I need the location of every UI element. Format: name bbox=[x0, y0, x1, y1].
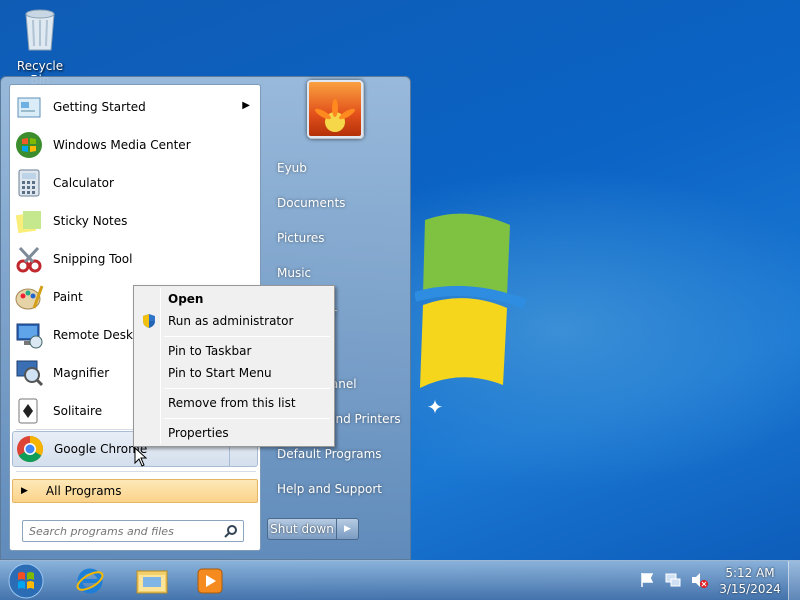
user-account-picture[interactable] bbox=[307, 80, 363, 138]
submenu-arrow-icon: ▶ bbox=[242, 100, 250, 111]
recycle-bin-icon bbox=[25, 9, 55, 51]
calculator-icon bbox=[12, 166, 46, 200]
program-snipping-tool[interactable]: Snipping Tool bbox=[12, 241, 258, 277]
program-sticky-notes[interactable]: Sticky Notes bbox=[12, 203, 258, 239]
menu-item-properties[interactable]: Properties bbox=[136, 422, 332, 444]
right-item-help-support[interactable]: Help and Support bbox=[269, 474, 405, 504]
shutdown-button[interactable]: Shut down bbox=[267, 518, 337, 540]
getting-started-icon bbox=[12, 90, 46, 124]
windows-logo-wallpaper bbox=[415, 213, 527, 388]
start-orb-icon[interactable] bbox=[6, 562, 46, 600]
clock-time: 5:12 AM bbox=[725, 566, 775, 580]
menu-item-remove-list[interactable]: Remove from this list bbox=[136, 392, 332, 414]
menu-item-open[interactable]: Open bbox=[136, 288, 332, 310]
clock-date: 3/15/2024 bbox=[719, 582, 781, 596]
remote-desktop-icon bbox=[12, 318, 46, 352]
media-center-icon bbox=[12, 128, 46, 162]
menu-item-run-as-admin[interactable]: Run as administrator bbox=[136, 310, 332, 332]
magnifier-icon bbox=[12, 356, 46, 390]
taskbar-internet-explorer[interactable] bbox=[62, 563, 118, 599]
search-input[interactable] bbox=[23, 521, 213, 541]
show-desktop-button[interactable] bbox=[788, 561, 800, 600]
network-icon[interactable] bbox=[664, 571, 682, 589]
chrome-icon bbox=[13, 432, 47, 466]
shutdown-group: Shut down ▶ bbox=[267, 518, 361, 540]
solitaire-icon bbox=[12, 394, 46, 428]
menu-separator bbox=[164, 388, 330, 389]
media-player-icon bbox=[197, 568, 223, 594]
snipping-tool-icon bbox=[12, 242, 46, 276]
all-programs-button[interactable]: ▶ All Programs bbox=[12, 479, 258, 503]
menu-item-pin-taskbar[interactable]: Pin to Taskbar bbox=[136, 340, 332, 362]
desktop-icon-recycle-bin[interactable]: Recycle Bin bbox=[6, 4, 74, 87]
internet-explorer-icon bbox=[76, 568, 104, 594]
program-windows-media-center[interactable]: Windows Media Center bbox=[12, 127, 258, 163]
sticky-notes-icon bbox=[12, 204, 46, 238]
right-item-documents[interactable]: Documents bbox=[269, 188, 405, 218]
menu-separator bbox=[164, 418, 330, 419]
sparkle-icon: ✦ bbox=[426, 395, 444, 419]
all-programs-arrow-icon: ▶ bbox=[21, 486, 28, 496]
program-calculator[interactable]: Calculator bbox=[12, 165, 258, 201]
action-center-flag-icon[interactable] bbox=[638, 571, 656, 589]
program-getting-started[interactable]: Getting Started ▶ bbox=[12, 89, 258, 125]
search-box[interactable] bbox=[22, 520, 244, 542]
volume-muted-icon[interactable] bbox=[690, 571, 708, 589]
system-tray bbox=[638, 571, 708, 591]
right-item-music[interactable]: Music bbox=[269, 258, 405, 288]
system-clock[interactable]: 5:12 AM 3/15/2024 bbox=[716, 565, 784, 597]
context-menu: Open Run as administrator Pin to Taskbar… bbox=[133, 285, 335, 447]
flower-icon bbox=[315, 99, 355, 132]
folder-icon bbox=[136, 570, 168, 594]
menu-separator bbox=[164, 336, 330, 337]
taskbar-windows-explorer[interactable] bbox=[124, 563, 180, 599]
menu-item-pin-start[interactable]: Pin to Start Menu bbox=[136, 362, 332, 384]
right-item-user[interactable]: Eyub bbox=[269, 153, 405, 183]
paint-icon bbox=[12, 280, 46, 314]
taskbar-media-player[interactable] bbox=[182, 563, 238, 599]
uac-shield-icon bbox=[143, 314, 155, 328]
all-programs-separator bbox=[16, 471, 256, 472]
mouse-cursor-icon bbox=[134, 447, 148, 467]
taskbar: 5:12 AM 3/15/2024 bbox=[0, 560, 800, 600]
right-item-pictures[interactable]: Pictures bbox=[269, 223, 405, 253]
shutdown-options-button[interactable]: ▶ bbox=[337, 518, 359, 540]
search-icon[interactable] bbox=[223, 523, 239, 539]
